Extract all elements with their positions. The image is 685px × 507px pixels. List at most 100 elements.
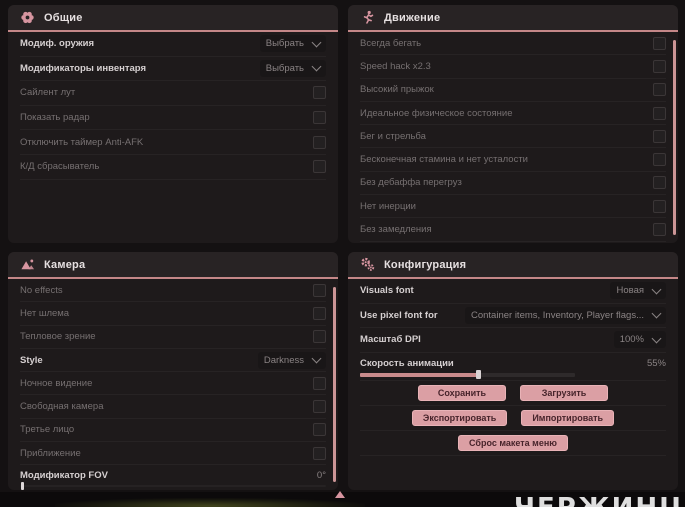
panel-config: Конфигурация Visuals font Новая Use pixel …: [348, 252, 678, 490]
slider-value: 55%: [646, 357, 666, 369]
checkbox[interactable]: [653, 176, 666, 190]
import-button[interactable]: Импортировать: [521, 409, 615, 426]
panel-title: Движение: [384, 11, 441, 24]
row-camera-5: Свободная камера: [20, 395, 326, 419]
panel-body: Модиф. оружия Выбрать Модификаторы инвента…: [8, 32, 338, 243]
panel-header: Движение: [348, 5, 678, 32]
dropdown[interactable]: Container items, Inventory, Player flags…: [464, 306, 666, 324]
checkbox[interactable]: [653, 223, 666, 237]
watermark-text: ЧЕРЖИНЦЕ: [514, 493, 685, 507]
checkbox[interactable]: [313, 330, 326, 344]
row-label: Показать радар: [20, 112, 90, 124]
export-button[interactable]: Экспортировать: [411, 409, 508, 426]
row-label: Отключить таймер Anti-AFK: [20, 136, 144, 148]
slider-thumb[interactable]: [21, 482, 25, 490]
dropdown-value: Выбрать: [265, 38, 304, 50]
chevron-down-icon: [651, 333, 662, 344]
checkbox[interactable]: [313, 160, 326, 174]
row-label: Visuals font: [360, 285, 414, 297]
row-label: Бесконечная стамина и нет усталости: [360, 154, 528, 166]
row-movement-2: Высокий прыжок: [360, 79, 666, 102]
row-movement-4: Бег и стрельба: [360, 125, 666, 149]
row-config-0: Visuals font Новая: [360, 279, 666, 304]
row-camera-4: Ночное видение: [20, 372, 326, 396]
row-label: Нет инерции: [360, 200, 416, 212]
row-config-2: Масштаб DPI 100%: [360, 328, 666, 353]
scrollbar[interactable]: [333, 287, 336, 482]
load-button[interactable]: Загрузить: [520, 384, 608, 401]
checkbox[interactable]: [313, 306, 326, 320]
checkbox[interactable]: [313, 135, 326, 149]
dropdown[interactable]: Выбрать: [259, 35, 326, 53]
checkbox[interactable]: [313, 283, 326, 297]
slider-track[interactable]: [360, 370, 575, 380]
row-label: Speed hack x2.3: [360, 60, 431, 72]
panel-title: Камера: [44, 258, 86, 271]
checkbox[interactable]: [653, 106, 666, 120]
row-camera-1: Нет шлема: [20, 302, 326, 326]
row-label: Без дебаффа перегруз: [360, 177, 462, 189]
row-label: Третье лицо: [20, 424, 75, 436]
row-movement-3: Идеальное физическое состояние: [360, 102, 666, 126]
scrollbar[interactable]: [673, 40, 676, 235]
row-label: Ночное видение: [20, 377, 93, 389]
row-label: Бег и стрельба: [360, 130, 426, 142]
checkbox[interactable]: [313, 400, 326, 414]
row-movement-8: Без замедления: [360, 218, 666, 242]
reset-menu-layout-button[interactable]: Сброс макета меню: [458, 434, 568, 451]
row-label: Масштаб DPI: [360, 334, 421, 346]
dropdown[interactable]: Новая: [610, 282, 666, 300]
row-label: К/Д сбрасыватель: [20, 161, 100, 173]
button-row: Экспортировать Импортировать: [360, 406, 666, 431]
save-button[interactable]: Сохранить: [418, 384, 506, 401]
checkbox[interactable]: [313, 86, 326, 100]
dropdown-value: Новая: [616, 285, 644, 297]
dropdown[interactable]: Выбрать: [259, 59, 326, 77]
checkbox[interactable]: [313, 376, 326, 390]
dropdown-value: 100%: [619, 334, 644, 346]
checkbox[interactable]: [313, 111, 326, 125]
panel-body: Всегда бегать Speed hack x2.3 Высокий прыж…: [348, 32, 678, 243]
row-general-4: Отключить таймер Anti-AFK: [20, 130, 326, 155]
checkbox[interactable]: [653, 36, 666, 50]
dropdown-value: Container items, Inventory, Player flags…: [470, 309, 644, 321]
runner-icon: [360, 10, 375, 25]
row-label: Идеальное физическое состояние: [360, 107, 513, 119]
checkbox[interactable]: [653, 199, 666, 213]
panel-title: Общие: [44, 11, 83, 24]
fov-modifier-row: Модификатор FOV 0°: [20, 465, 326, 490]
animation-speed-slider-row: Скорость анимации 55%: [360, 353, 666, 381]
chevron-down-icon: [651, 308, 662, 319]
dropdown[interactable]: Darkness: [257, 351, 326, 369]
panel-body: Visuals font Новая Use pixel font for Conta…: [348, 279, 678, 490]
cheat-menu-overlay: Общие Модиф. оружия Выбрать Модификаторы и…: [0, 0, 685, 507]
row-movement-1: Speed hack x2.3: [360, 55, 666, 79]
row-label: No effects: [20, 284, 63, 296]
row-label: Style: [20, 354, 43, 366]
row-label: Всегда бегать: [360, 37, 422, 49]
slider-track[interactable]: [20, 482, 326, 490]
gears-icon: [360, 257, 375, 272]
button-row: Сброс макета меню: [360, 431, 666, 456]
checkbox[interactable]: [313, 423, 326, 437]
dropdown[interactable]: 100%: [613, 331, 666, 349]
row-general-1: Модификаторы инвентаря Выбрать: [20, 57, 326, 82]
row-camera-2: Тепловое зрение: [20, 326, 326, 349]
panel-header: Камера: [8, 252, 338, 279]
row-general-5: К/Д сбрасыватель: [20, 155, 326, 180]
slider-thumb[interactable]: [476, 370, 482, 380]
chevron-down-icon: [311, 353, 322, 364]
row-general-0: Модиф. оружия Выбрать: [20, 32, 326, 57]
panel-camera: Камера No effects Нет шлема Тепловое зрени…: [8, 252, 338, 490]
image-icon: [20, 257, 35, 272]
checkbox[interactable]: [653, 83, 666, 97]
row-label: Скорость анимации: [360, 357, 454, 369]
checkbox[interactable]: [653, 129, 666, 143]
row-camera-0: No effects: [20, 279, 326, 303]
panel-header: Конфигурация: [348, 252, 678, 279]
checkbox[interactable]: [653, 153, 666, 167]
row-label: Нет шлема: [20, 307, 70, 319]
checkbox[interactable]: [653, 59, 666, 73]
dropdown-value: Darkness: [263, 354, 304, 366]
checkbox[interactable]: [313, 446, 326, 460]
